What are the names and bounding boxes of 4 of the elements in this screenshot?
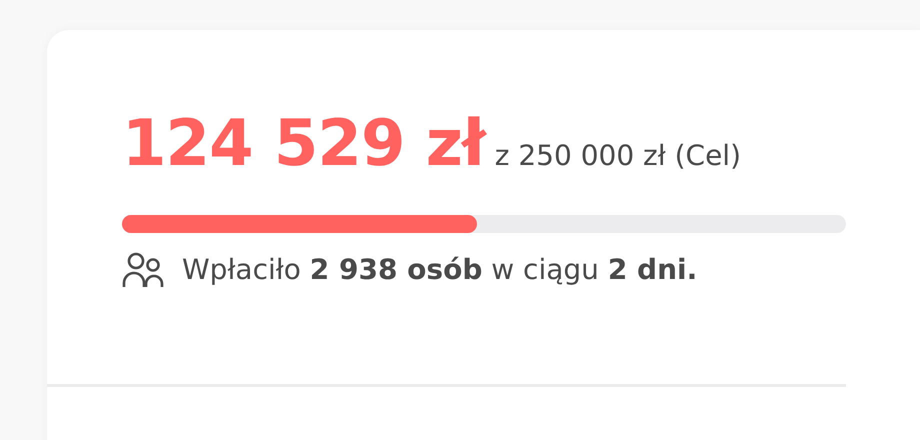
supporters-text: Wpłaciło 2 938 osób w ciągu 2 dni. xyxy=(182,252,698,288)
raised-amount: 124 529 zł xyxy=(122,112,485,176)
goal-amount: z 250 000 zł (Cel) xyxy=(494,138,741,174)
people-icon xyxy=(122,251,166,289)
